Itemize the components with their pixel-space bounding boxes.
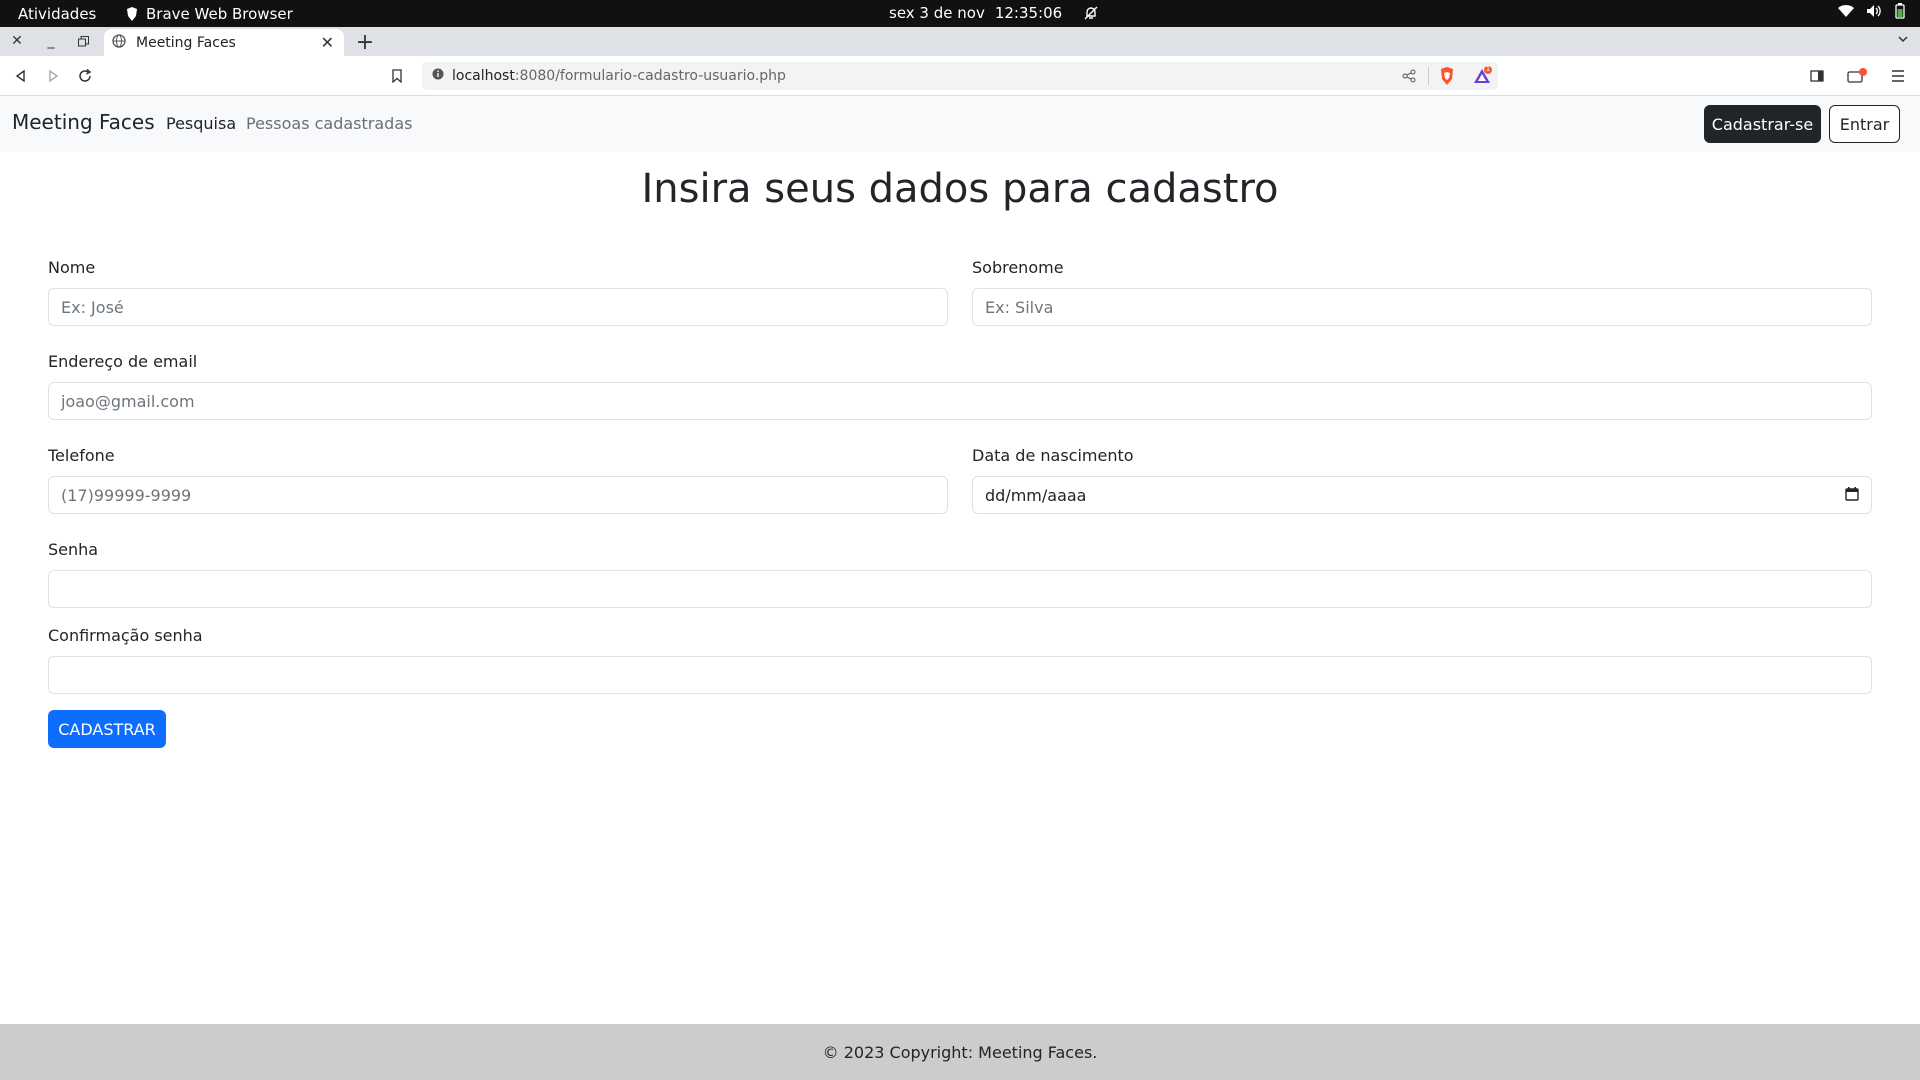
share-icon[interactable] — [1402, 69, 1416, 87]
navbar-brand[interactable]: Meeting Faces — [12, 110, 155, 134]
last-name-label: Sobrenome — [972, 258, 1064, 277]
nav-link-pessoas-cadastradas[interactable]: Pessoas cadastradas — [246, 114, 412, 133]
wallet-icon[interactable] — [1846, 65, 1868, 87]
window-close-icon[interactable]: ✕ — [6, 30, 28, 52]
sidebar-toggle-icon[interactable] — [1806, 65, 1828, 87]
birthdate-value: dd/mm/aaaa — [985, 485, 1087, 505]
password-confirm-label: Confirmação senha — [48, 626, 203, 645]
window-restore-icon[interactable] — [72, 30, 94, 52]
last-name-input[interactable]: Ex: Silva — [972, 288, 1872, 326]
reload-icon[interactable] — [74, 65, 96, 87]
browser-toolbar: localhost:8080/formulario-cadastro-usuar… — [0, 56, 1920, 96]
birthdate-label: Data de nascimento — [972, 446, 1134, 465]
login-button[interactable]: Entrar — [1829, 105, 1900, 143]
calendar-icon[interactable] — [1845, 486, 1859, 505]
site-info-icon[interactable] — [432, 68, 444, 84]
app-menu[interactable]: Brave Web Browser — [126, 5, 293, 23]
system-top-bar: Atividades Brave Web Browser sex 3 de no… — [0, 0, 1920, 27]
menu-icon[interactable] — [1887, 65, 1909, 87]
urlbar-divider — [1428, 67, 1429, 85]
back-icon[interactable] — [10, 65, 32, 87]
email-label: Endereço de email — [48, 352, 198, 371]
tab-strip: ✕ _ Meeting Faces ✕ + — [0, 27, 1920, 56]
date-text: sex 3 de nov — [889, 4, 985, 22]
clock[interactable]: sex 3 de nov 12:35:06 — [889, 4, 1098, 22]
tab-close-icon[interactable]: ✕ — [321, 33, 334, 52]
brave-lion-icon — [126, 7, 138, 21]
notifications-off-icon — [1084, 6, 1098, 22]
phone-label: Telefone — [48, 446, 115, 465]
time-text: 12:35:06 — [994, 4, 1063, 22]
footer-copyright: © 2023 Copyright: Meeting Faces. — [822, 1042, 1098, 1062]
volume-icon — [1866, 4, 1882, 18]
tab-title: Meeting Faces — [136, 34, 236, 51]
submit-button[interactable]: CADASTRAR — [48, 710, 166, 748]
rewards-badge: 1 — [1485, 65, 1491, 73]
chevron-down-icon[interactable] — [1896, 31, 1910, 50]
page-footer: © 2023 Copyright: Meeting Faces. — [0, 1024, 1920, 1080]
brave-shields-icon[interactable] — [1438, 66, 1456, 90]
site-navbar: Meeting Faces Pesquisa Pessoas cadastrad… — [0, 96, 1920, 152]
new-tab-button[interactable]: + — [352, 29, 378, 55]
window-minimize-icon[interactable]: _ — [40, 30, 62, 52]
brave-rewards-icon[interactable]: 1 — [1472, 65, 1492, 90]
url-path: :8080/formulario-cadastro-usuario.php — [514, 68, 786, 84]
system-tray[interactable] — [1838, 3, 1906, 19]
first-name-label: Nome — [48, 258, 96, 277]
forward-icon[interactable] — [42, 65, 64, 87]
tab-meeting-faces[interactable]: Meeting Faces ✕ — [104, 29, 344, 56]
page-title: Insira seus dados para cadastro — [641, 166, 1279, 212]
battery-icon — [1894, 3, 1906, 19]
wifi-icon — [1838, 4, 1854, 18]
bookmark-icon[interactable] — [386, 65, 408, 87]
signup-button[interactable]: Cadastrar-se — [1704, 105, 1821, 143]
nav-link-pesquisa[interactable]: Pesquisa — [166, 114, 236, 133]
password-input[interactable] — [48, 570, 1872, 608]
password-label: Senha — [48, 540, 99, 559]
globe-icon — [112, 33, 126, 52]
first-name-input[interactable]: Ex: José — [48, 288, 948, 326]
birthdate-input[interactable]: dd/mm/aaaa — [972, 476, 1872, 514]
address-bar[interactable]: localhost:8080/formulario-cadastro-usuar… — [422, 62, 1498, 90]
phone-input[interactable]: (17)99999-9999 — [48, 476, 948, 514]
password-confirm-input[interactable] — [48, 656, 1872, 694]
url-host: localhost — [452, 68, 515, 84]
app-name: Brave Web Browser — [146, 5, 293, 23]
email-input[interactable]: joao@gmail.com — [48, 382, 1872, 420]
activities-button[interactable]: Atividades — [18, 5, 96, 23]
